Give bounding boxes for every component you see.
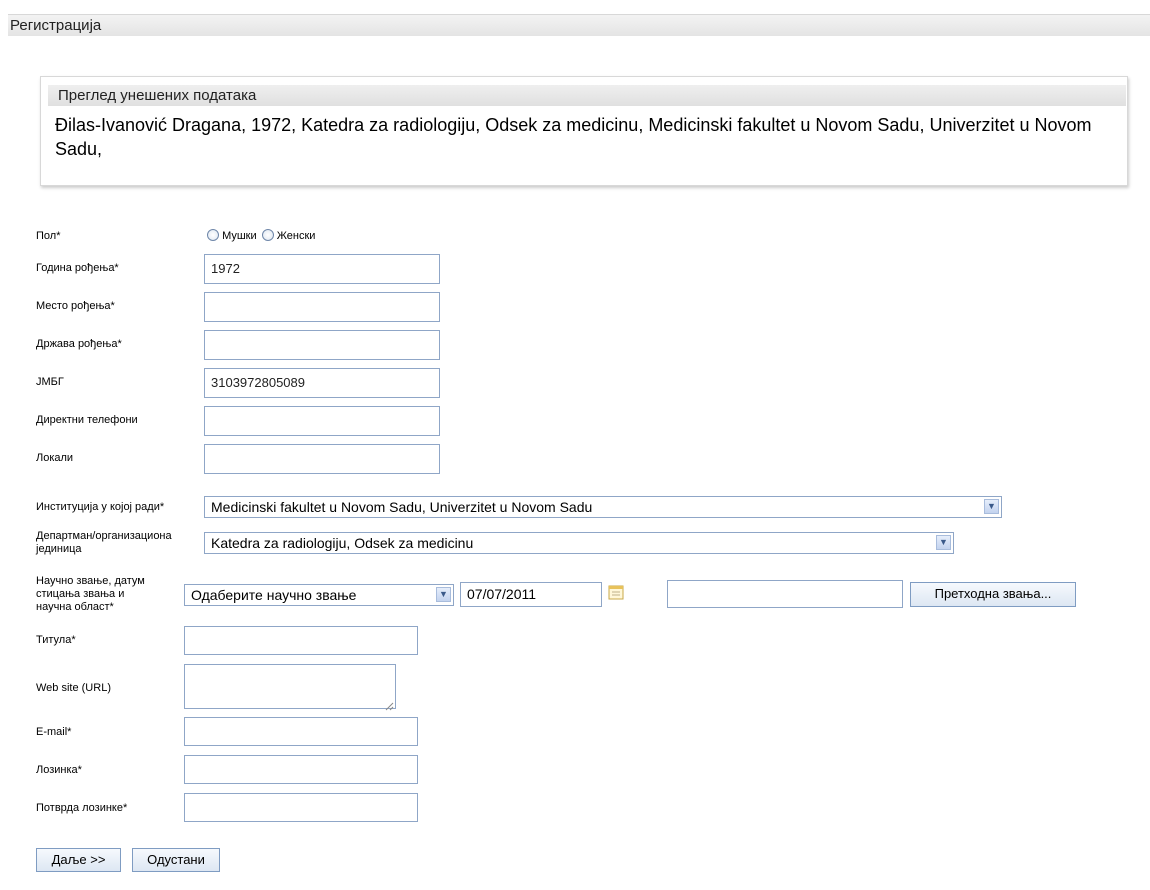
direct-phones-label: Директни телефони xyxy=(36,414,138,426)
password-label: Лозинка* xyxy=(36,764,82,776)
birth-country-input[interactable] xyxy=(204,330,440,360)
jmbg-input[interactable]: 3103972805089 xyxy=(204,368,440,398)
institution-select-value: Medicinski fakultet u Novom Sadu, Univer… xyxy=(211,499,593,515)
password-confirm-label: Потврда лозинке* xyxy=(36,802,128,814)
department-label-line2: јединица xyxy=(36,543,82,555)
cancel-button[interactable]: Одустани xyxy=(132,848,220,872)
institution-select[interactable]: Medicinski fakultet u Novom Sadu, Univer… xyxy=(204,496,1002,518)
locals-label: Локали xyxy=(36,452,74,464)
review-summary-text: Đilas-Ivanović Dragana, 1972, Katedra za… xyxy=(55,115,1092,159)
department-select[interactable]: Katedra za radiologiju, Odsek za medicin… xyxy=(204,532,954,554)
email-label: E-mail* xyxy=(36,726,72,738)
website-label: Web site (URL) xyxy=(36,682,111,694)
sci-title-select[interactable]: Одаберите научно звање ▼ xyxy=(184,584,454,606)
gender-male-label: Мушки xyxy=(222,230,257,242)
department-label: Департман/организациона јединица xyxy=(36,530,172,556)
password-confirm-input[interactable] xyxy=(184,793,418,822)
department-select-value: Katedra za radiologiju, Odsek za medicin… xyxy=(211,535,474,551)
password-input[interactable] xyxy=(184,755,418,784)
title-input[interactable] xyxy=(184,626,418,655)
previous-titles-button[interactable]: Претходна звања... xyxy=(910,582,1076,607)
sci-title-label-line3: научна област* xyxy=(36,601,114,613)
next-button[interactable]: Даље >> xyxy=(36,848,121,872)
birth-year-input[interactable]: 1972 xyxy=(204,254,440,284)
website-textarea[interactable] xyxy=(184,664,396,709)
jmbg-label: ЈМБГ xyxy=(36,376,64,388)
gender-options: Мушки Женски xyxy=(207,229,315,242)
gender-male-radio[interactable] xyxy=(207,229,219,241)
chevron-down-icon[interactable]: ▼ xyxy=(936,535,951,550)
sci-title-label-line1: Научно звање, датум xyxy=(36,575,145,587)
review-panel-title: Преглед унешених података xyxy=(48,85,1126,106)
gender-female-radio[interactable] xyxy=(261,229,274,241)
review-panel: Преглед унешених података Đilas-Ivanović… xyxy=(40,76,1128,186)
sci-title-label-line2: стицања звања и xyxy=(36,588,125,600)
resize-handle-icon[interactable] xyxy=(384,698,394,711)
sci-field-input[interactable] xyxy=(667,580,903,608)
email-input[interactable] xyxy=(184,717,418,746)
page-title: Регистрација xyxy=(8,14,1150,36)
birth-country-label: Држава рођења* xyxy=(36,338,122,350)
direct-phones-input[interactable] xyxy=(204,406,440,436)
chevron-down-icon[interactable]: ▼ xyxy=(436,587,451,602)
locals-input[interactable] xyxy=(204,444,440,474)
gender-female-label: Женски xyxy=(276,230,316,242)
calendar-icon[interactable] xyxy=(608,584,624,600)
birth-year-label: Година рођења* xyxy=(36,262,119,274)
birth-place-label: Место рођења* xyxy=(36,300,115,312)
sci-title-label: Научно звање, датум стицања звања и науч… xyxy=(36,575,145,614)
sci-title-date-input[interactable]: 07/07/2011 xyxy=(460,582,602,607)
institution-label: Институција у којој ради* xyxy=(36,501,165,513)
birth-place-input[interactable] xyxy=(204,292,440,322)
chevron-down-icon[interactable]: ▼ xyxy=(984,499,999,514)
sci-title-select-value: Одаберите научно звање xyxy=(191,587,357,603)
title-label: Титула* xyxy=(36,634,76,646)
department-label-line1: Департман/организациона xyxy=(36,530,172,542)
gender-label: Пол* xyxy=(36,230,61,242)
